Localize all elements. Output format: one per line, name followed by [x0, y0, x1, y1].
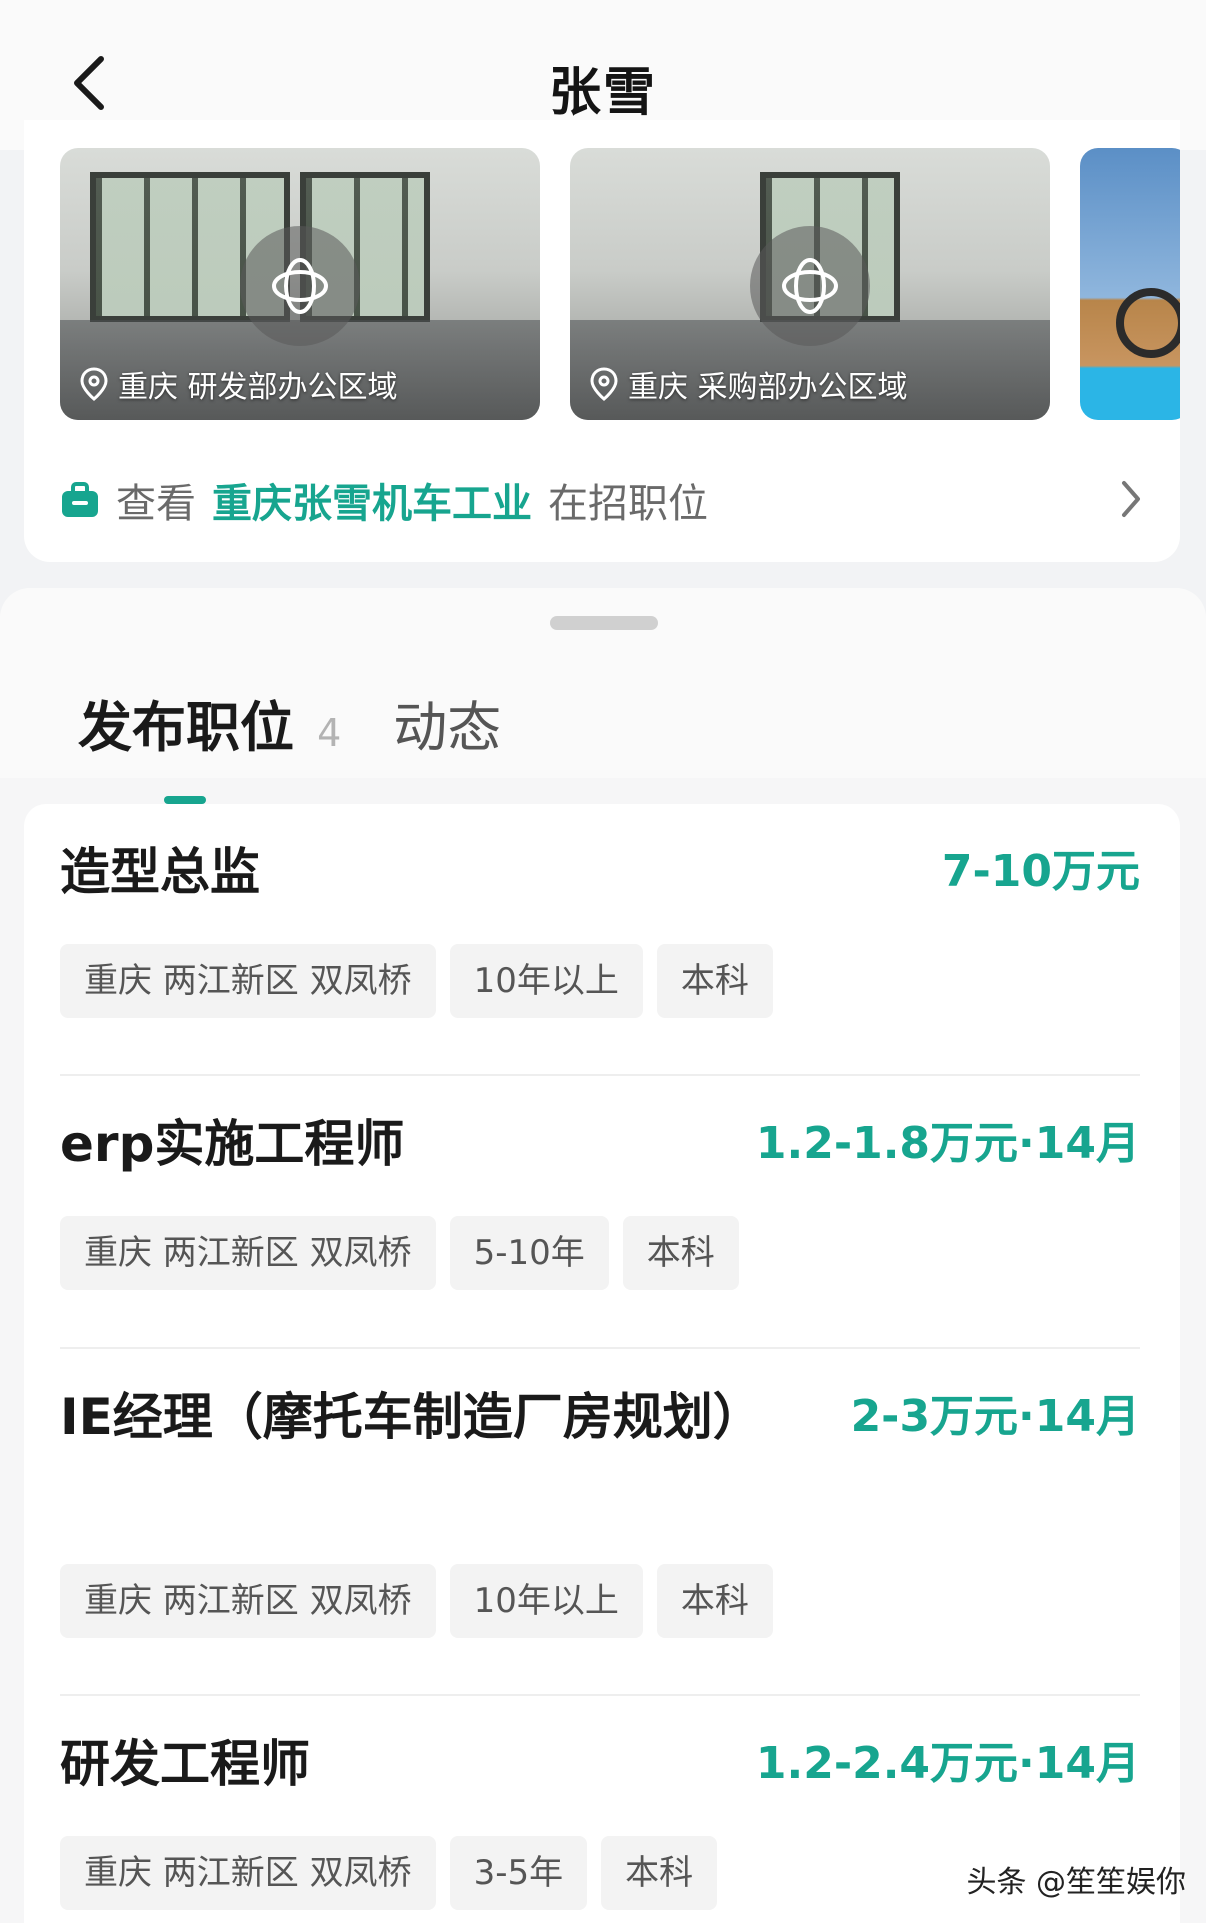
panorama-glyph-icon: [272, 258, 328, 314]
photo-caption: 重庆 研发部办公区域: [80, 362, 398, 406]
job-list: 造型总监 7-10万元 重庆 两江新区 双凤桥 10年以上 本科 erp实施工程…: [24, 804, 1180, 1923]
wheel-graphic: [1116, 288, 1180, 358]
experience-tag: 5-10年: [449, 1216, 609, 1290]
location-tag: 重庆 两江新区 双凤桥: [60, 944, 436, 1018]
job-salary: 1.2-1.8万元·14月: [755, 1118, 1140, 1169]
tab-updates[interactable]: 动态: [341, 683, 501, 762]
education-tag: 本科: [656, 1564, 773, 1638]
job-salary: 2-3万元·14月: [850, 1391, 1140, 1442]
experience-tag: 10年以上: [449, 1564, 643, 1638]
location-tag: 重庆 两江新区 双凤桥: [60, 1836, 436, 1910]
divider: [60, 1074, 1140, 1076]
jobs-link-prefix: 查看: [116, 481, 196, 527]
drag-handle[interactable]: [550, 616, 658, 630]
education-tag: 本科: [601, 1836, 718, 1910]
company-name: 重庆张雪机车工业: [212, 481, 532, 527]
office-photo[interactable]: 重庆 采购部办公区域: [570, 148, 1050, 420]
jobs-sheet: 发布职位 4 动态 造型总监 7-10万元 重庆 两江新区 双凤桥 10年以上 …: [0, 588, 1206, 1923]
page-title: 张雪: [548, 63, 657, 123]
job-title: 造型总监: [60, 843, 260, 901]
job-tags: 重庆 两江新区 双凤桥 10年以上 本科: [60, 1564, 773, 1638]
panorama-glyph-icon: [782, 258, 838, 314]
job-title: 研发工程师: [60, 1735, 310, 1793]
tab-active-indicator: [164, 796, 206, 804]
divider: [60, 1347, 1140, 1349]
experience-tag: 3-5年: [449, 1836, 588, 1910]
page: 张雪 重庆 研发部办公区域 重庆 采购部办公区域 查看 重庆张雪机车工业 在招职…: [0, 0, 1206, 1923]
location-tag: 重庆 两江新区 双凤桥: [60, 1216, 436, 1290]
sheet-header: 发布职位 4 动态: [0, 588, 1206, 804]
watermark: 头条 @笙笙娱你: [966, 1865, 1186, 1900]
location-tag: 重庆 两江新区 双凤桥: [60, 1564, 436, 1638]
photo-caption-text: 重庆 采购部办公区域: [628, 370, 908, 405]
job-salary: 1.2-2.4万元·14月: [755, 1738, 1140, 1789]
job-tags: 重庆 两江新区 双凤桥 5-10年 本科: [60, 1216, 739, 1290]
location-pin-icon: [590, 367, 618, 401]
divider: [60, 1694, 1140, 1696]
job-item[interactable]: IE经理（摩托车制造厂房规划） 2-3万元·14月 重庆 两江新区 双凤桥 10…: [60, 1379, 1140, 1649]
job-item[interactable]: erp实施工程师 1.2-1.8万元·14月 重庆 两江新区 双凤桥 5-10年…: [60, 1106, 1140, 1306]
job-title: IE经理（摩托车制造厂房规划）: [60, 1388, 763, 1446]
panorama-icon[interactable]: [240, 226, 360, 346]
location-pin-icon: [80, 367, 108, 401]
tab-bar: 发布职位 4 动态: [78, 683, 501, 804]
view-company-jobs-link[interactable]: 查看 重庆张雪机车工业 在招职位: [60, 465, 1180, 535]
office-gallery[interactable]: 重庆 研发部办公区域 重庆 采购部办公区域: [60, 148, 1180, 420]
job-title: erp实施工程师: [60, 1115, 405, 1173]
tab-posted-jobs-count: 4: [317, 711, 342, 755]
job-salary: 7-10万元: [941, 846, 1140, 897]
tab-posted-jobs[interactable]: 发布职位 4: [78, 683, 342, 804]
tab-updates-label: 动态: [393, 696, 502, 759]
photo-caption: 重庆 采购部办公区域: [590, 362, 908, 406]
panorama-icon[interactable]: [750, 226, 870, 346]
job-tags: 重庆 两江新区 双凤桥 10年以上 本科: [60, 944, 773, 1018]
chevron-right-icon: [1122, 481, 1140, 517]
company-card: 重庆 研发部办公区域 重庆 采购部办公区域 查看 重庆张雪机车工业 在招职位: [24, 120, 1180, 562]
job-item[interactable]: 造型总监 7-10万元 重庆 两江新区 双凤桥 10年以上 本科: [60, 834, 1140, 1034]
photo-caption-text: 重庆 研发部办公区域: [118, 370, 398, 405]
experience-tag: 10年以上: [449, 944, 643, 1018]
job-tags: 重庆 两江新区 双凤桥 3-5年 本科: [60, 1836, 718, 1910]
motorcycle-photo[interactable]: [1080, 148, 1180, 420]
briefcase-icon: [62, 482, 98, 517]
education-tag: 本科: [622, 1216, 739, 1290]
jobs-link-suffix: 在招职位: [548, 481, 708, 527]
education-tag: 本科: [656, 944, 773, 1018]
tab-posted-jobs-label: 发布职位: [78, 696, 294, 759]
office-photo[interactable]: 重庆 研发部办公区域: [60, 148, 540, 420]
